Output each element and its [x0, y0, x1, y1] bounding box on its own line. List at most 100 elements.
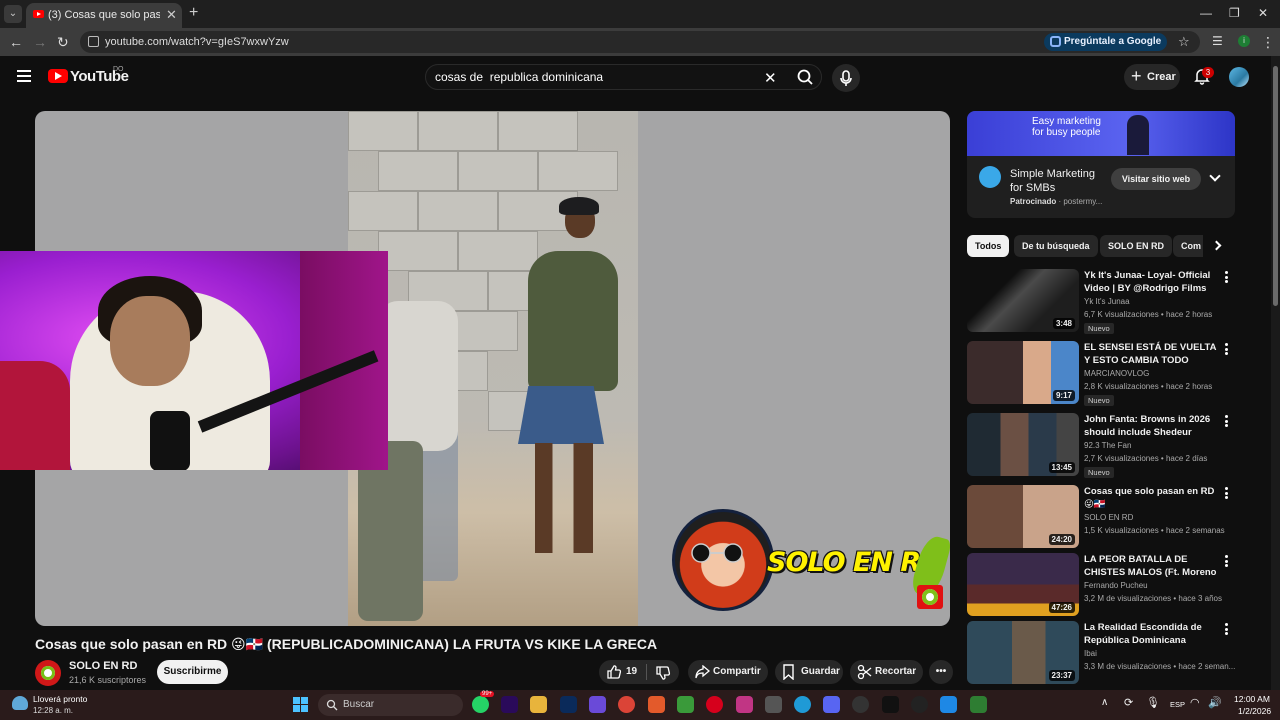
excel-icon[interactable]: [677, 696, 694, 713]
browser-menu-icon[interactable]: ⋮: [1261, 34, 1275, 51]
kebab-menu-icon[interactable]: [1225, 487, 1229, 499]
video-title[interactable]: La Realidad Escondida de República Domin…: [1084, 621, 1224, 647]
back-icon[interactable]: ←: [9, 34, 23, 50]
youtube-logo-icon[interactable]: [48, 69, 68, 83]
teams-icon[interactable]: [589, 696, 606, 713]
bookmark-star-icon[interactable]: ☆: [1178, 34, 1190, 50]
kebab-menu-icon[interactable]: [1225, 271, 1229, 283]
reload-icon[interactable]: ↻: [57, 34, 69, 51]
chip-de-tu-busqueda[interactable]: De tu búsqueda: [1014, 235, 1098, 257]
ask-google-button[interactable]: Pregúntale a Google: [1044, 33, 1168, 51]
photoshop-icon[interactable]: [560, 696, 577, 713]
tab-close-icon[interactable]: ✕: [166, 7, 177, 23]
chrome-icon[interactable]: [618, 696, 635, 713]
browser-tab-active[interactable]: (3) Cosas que solo pasan en RD ✕: [26, 3, 182, 28]
forward-icon[interactable]: →: [33, 34, 47, 50]
threads-icon[interactable]: [911, 696, 928, 713]
like-icon[interactable]: [606, 664, 622, 680]
video-thumbnail[interactable]: 13:45: [967, 413, 1079, 476]
account-avatar[interactable]: [1229, 67, 1249, 87]
chrome-profile-icon[interactable]: [970, 696, 987, 713]
discord-icon[interactable]: [823, 696, 840, 713]
file-explorer-icon[interactable]: [530, 696, 547, 713]
recommended-video[interactable]: 13:45 John Fanta: Browns in 2026 should …: [967, 413, 1235, 478]
recommended-video[interactable]: 47:26 LA PEOR BATALLA DE CHISTES MALOS (…: [967, 553, 1235, 617]
premiere-icon[interactable]: [501, 696, 518, 713]
chevron-right-icon[interactable]: [1211, 240, 1222, 251]
channel-avatar[interactable]: [35, 660, 61, 686]
video-thumbnail[interactable]: 24:20: [967, 485, 1079, 548]
kebab-menu-icon[interactable]: [1225, 555, 1229, 567]
channel-name[interactable]: Yk It's Junaa: [1084, 297, 1130, 306]
rain-cloud-icon[interactable]: [12, 696, 28, 710]
channel-name[interactable]: Fernando Pucheu: [1084, 581, 1148, 590]
video-title[interactable]: John Fanta: Browns in 2026 should includ…: [1084, 413, 1224, 439]
minimize-icon[interactable]: —: [1200, 6, 1212, 20]
chevron-down-icon[interactable]: [1209, 170, 1221, 182]
language-indicator[interactable]: ESP: [1170, 700, 1185, 709]
notepad-icon[interactable]: [765, 696, 782, 713]
edge-icon[interactable]: [794, 696, 811, 713]
subscribe-button[interactable]: Suscribirme: [157, 660, 228, 684]
microphone-icon[interactable]: 🎙: [1146, 696, 1160, 709]
scrollbar-thumb[interactable]: [1273, 66, 1278, 306]
opera-icon[interactable]: [706, 696, 723, 713]
chip-partial[interactable]: Com: [1173, 235, 1203, 257]
channel-watermark-badge[interactable]: [917, 585, 943, 609]
brave-icon[interactable]: [648, 696, 665, 713]
video-title[interactable]: Yk It's Junaa- Loyal- Official Video | B…: [1084, 269, 1224, 295]
clock-date[interactable]: 1/2/2026: [1238, 706, 1271, 716]
video-thumbnail[interactable]: 47:26: [967, 553, 1079, 616]
channel-name[interactable]: Ibai: [1084, 649, 1097, 658]
chevron-up-icon[interactable]: ∧: [1101, 697, 1108, 708]
clear-search-icon[interactable]: ✕: [764, 69, 777, 87]
channel-name[interactable]: 92.3 The Fan: [1084, 441, 1131, 450]
recommended-video[interactable]: 9:17 EL SENSEI ESTÁ DE VUELTA Y ESTO CAM…: [967, 341, 1235, 406]
address-bar[interactable]: youtube.com/watch?v=gIeS7wxwYzw: [80, 31, 1200, 53]
new-tab-icon[interactable]: +: [189, 4, 198, 22]
whatsapp-icon[interactable]: [472, 696, 489, 713]
window-close-icon[interactable]: ✕: [1258, 6, 1268, 20]
channel-name[interactable]: SOLO EN RD: [69, 660, 137, 672]
obs-icon[interactable]: [852, 696, 869, 713]
sponsored-ad-card[interactable]: Easy marketing for busy people Simple Ma…: [967, 111, 1235, 218]
kebab-menu-icon[interactable]: [1225, 623, 1229, 635]
video-title[interactable]: LA PEOR BATALLA DE CHISTES MALOS (Ft. Mo…: [1084, 553, 1224, 579]
kebab-menu-icon[interactable]: [1225, 415, 1229, 427]
dislike-icon[interactable]: [655, 665, 671, 681]
more-actions-icon[interactable]: •••: [929, 660, 953, 684]
chip-solo-en-rd[interactable]: SOLO EN RD: [1100, 235, 1173, 257]
volume-icon[interactable]: 🔊: [1208, 696, 1222, 709]
clock-time[interactable]: 12:00 AM: [1234, 694, 1270, 704]
video-title[interactable]: Cosas que solo pasan en RD 😜🇩🇴 (REPUBLIC…: [1084, 485, 1224, 511]
create-button[interactable]: + Crear: [1124, 64, 1180, 90]
ad-title[interactable]: Simple Marketing for SMBs: [1010, 167, 1105, 195]
weather-text[interactable]: Lloverá pronto: [33, 694, 87, 704]
ad-banner[interactable]: Easy marketing for busy people: [967, 111, 1235, 156]
channel-name[interactable]: MARCIANOVLOG: [1084, 369, 1149, 378]
video-thumbnail[interactable]: 3:48: [967, 269, 1079, 332]
instagram-icon[interactable]: [736, 696, 753, 713]
video-title[interactable]: EL SENSEI ESTÁ DE VUELTA Y ESTO CAMBIA T…: [1084, 341, 1224, 367]
page-scrollbar[interactable]: [1271, 56, 1280, 690]
tab-search-button[interactable]: ⌄: [4, 5, 22, 23]
visit-site-button[interactable]: Visitar sitio web: [1111, 168, 1201, 190]
recommended-video[interactable]: 23:37 La Realidad Escondida de República…: [967, 621, 1235, 685]
recommended-video[interactable]: 3:48 Yk It's Junaa- Loyal- Official Vide…: [967, 269, 1235, 334]
restore-icon[interactable]: ❐: [1229, 6, 1240, 20]
hamburger-menu-icon[interactable]: [17, 70, 31, 82]
sync-icon[interactable]: ⟳: [1124, 696, 1133, 709]
video-thumbnail[interactable]: 23:37: [967, 621, 1079, 684]
photos-icon[interactable]: [940, 696, 957, 713]
chip-todos[interactable]: Todos: [967, 235, 1010, 257]
search-button[interactable]: [791, 66, 821, 88]
taskbar-search[interactable]: Buscar: [318, 694, 463, 716]
kebab-menu-icon[interactable]: [1225, 343, 1229, 355]
profile-icon[interactable]: i: [1238, 35, 1250, 47]
wifi-icon[interactable]: ◠: [1190, 696, 1200, 709]
windows-start-icon[interactable]: [293, 697, 309, 713]
site-info-icon[interactable]: [88, 36, 99, 47]
video-thumbnail[interactable]: 9:17: [967, 341, 1079, 404]
channel-name[interactable]: SOLO EN RD: [1084, 513, 1133, 522]
tiktok-icon[interactable]: [882, 696, 899, 713]
